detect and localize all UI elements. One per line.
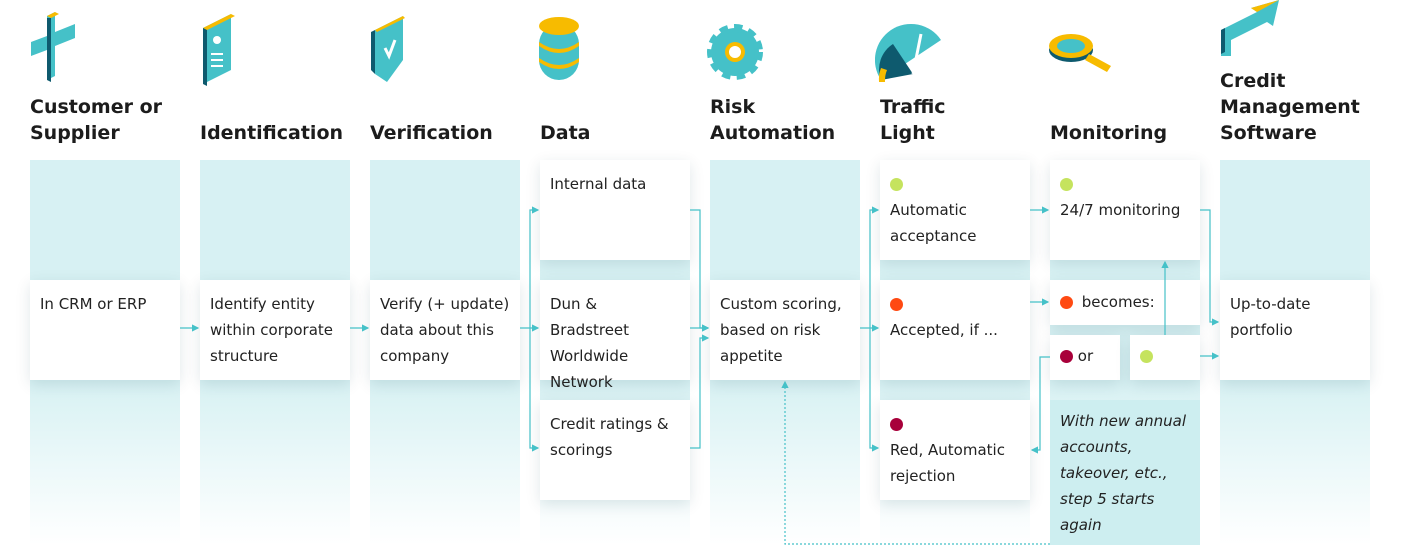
orange-dot (890, 298, 903, 311)
step-title: Customer or Supplier (30, 96, 163, 144)
red-dot (890, 418, 903, 431)
database-icon (539, 17, 579, 80)
plus-icon (31, 12, 75, 82)
accept-box: Automatic acceptance (880, 160, 1030, 260)
crm-box: In CRM or ERP (30, 280, 180, 380)
accepted-if-label: Accepted, if ... (890, 321, 998, 339)
orange-dot (1060, 296, 1073, 309)
restart-note: With new annual accounts, takeover, etc.… (1050, 400, 1200, 545)
step-title: Monitoring (1050, 122, 1168, 144)
becomes-label: becomes: (1081, 293, 1155, 311)
step-title: Identification (200, 122, 344, 144)
reject-box: Red, Automatic rejection (880, 400, 1030, 500)
or-box: or (1050, 335, 1120, 380)
dnb-box: Dun & Bradstreet Worldwide Network (540, 280, 690, 391)
green-box (1130, 335, 1200, 380)
green-dot (1140, 350, 1153, 363)
becomes-box: becomes: (1050, 280, 1200, 325)
or-label: or (1077, 347, 1094, 365)
step-title: Credit Management Software (1220, 70, 1360, 144)
internal-data-box: Internal data (540, 160, 690, 260)
green-dot (1060, 178, 1073, 191)
verify-box: Verify (+ update) data about this compan… (370, 280, 520, 380)
step-title: Traffic Light (880, 96, 946, 144)
gear-icon (707, 24, 763, 80)
monitoring-label: 24/7 monitoring (1060, 201, 1181, 219)
scoring-box: Custom scoring, based on risk appetite (710, 280, 860, 380)
step-title: Data (540, 122, 591, 144)
green-dot (890, 178, 903, 191)
gauge-icon (875, 23, 941, 82)
portfolio-box: Up-to-date portfolio (1220, 280, 1370, 380)
identify-box: Identify entity within corporate structu… (200, 280, 350, 380)
red-dot (1060, 350, 1073, 363)
id-card-icon (203, 14, 235, 86)
step-title: Verification (370, 122, 493, 144)
magnifier-icon (1049, 34, 1111, 72)
reject-label: Red, Automatic rejection (890, 441, 1005, 485)
monitoring-box: 24/7 monitoring (1050, 160, 1200, 260)
ratings-box: Credit ratings & scorings (540, 400, 690, 500)
accept-label: Automatic acceptance (890, 201, 977, 245)
accepted-if-box: Accepted, if ... (880, 280, 1030, 380)
shield-check-icon (371, 16, 405, 82)
step-title: Risk Automation (710, 96, 836, 144)
